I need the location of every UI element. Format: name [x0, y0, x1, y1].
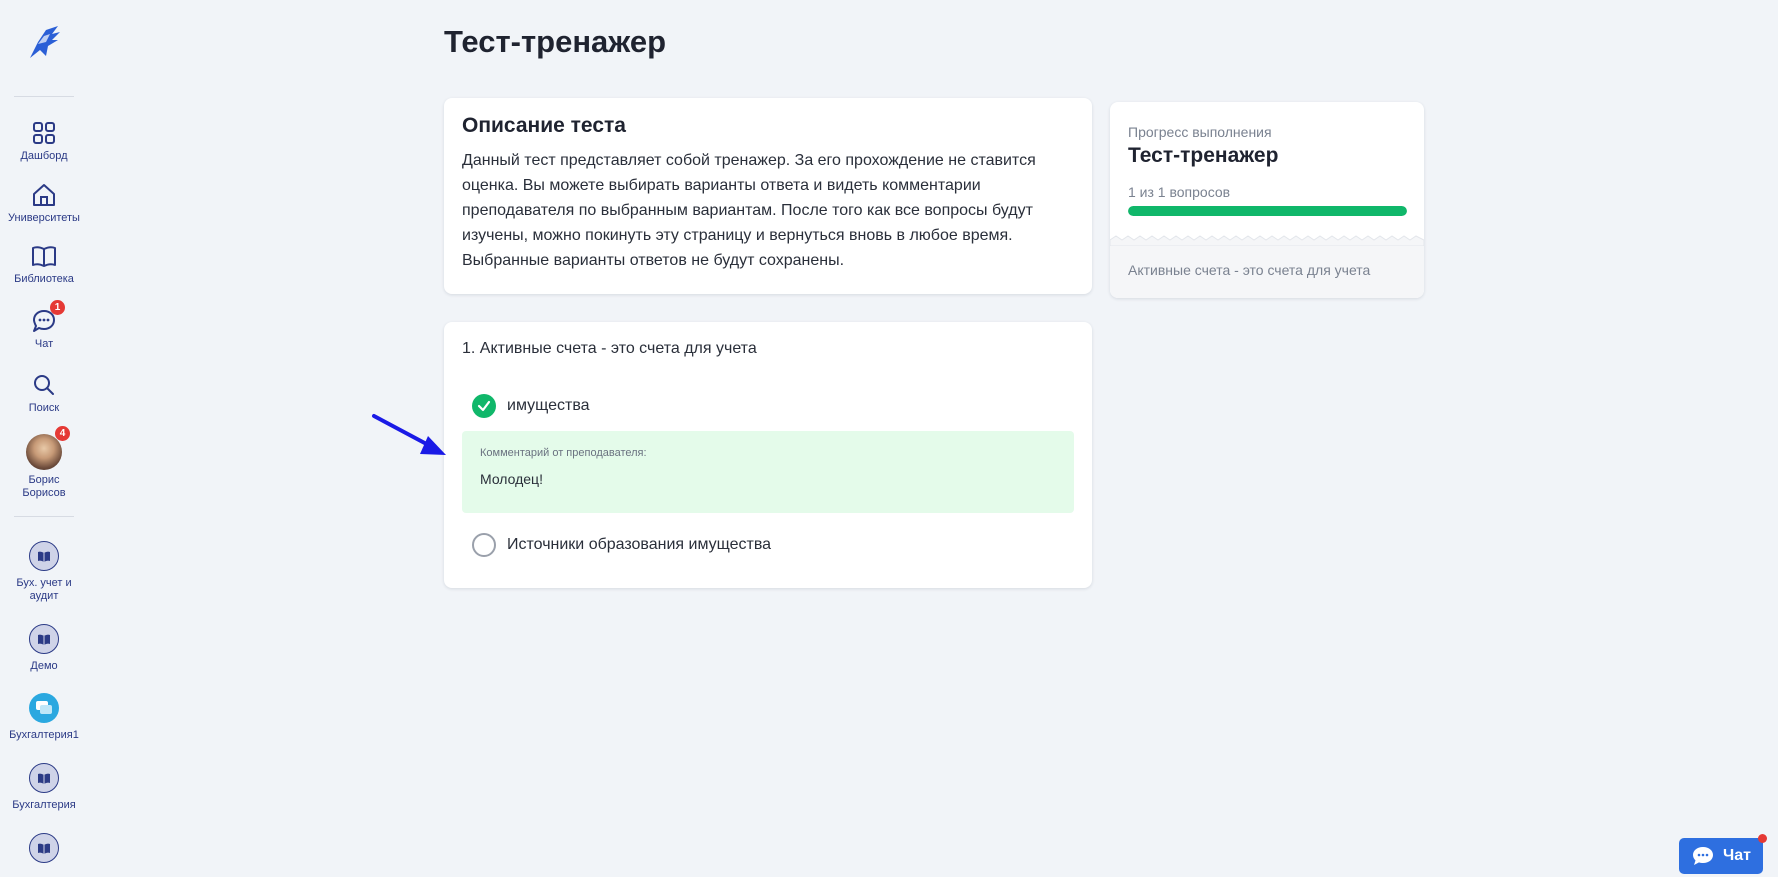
annotation-arrow-icon [372, 414, 446, 455]
notification-dot [1758, 834, 1767, 843]
sidebar-course-3[interactable]: Бухгалтерия [0, 763, 88, 812]
course-label: Бухгалтерия1 [9, 729, 79, 741]
comment-text: Молодец! [480, 471, 543, 487]
course-book-icon [29, 763, 59, 793]
sidebar-item-chat[interactable]: 1 Чат [0, 300, 88, 351]
description-title: Описание теста [462, 114, 626, 137]
book-icon [32, 246, 56, 267]
progress-question-item[interactable]: Активные счета - это счета для учета [1128, 262, 1370, 278]
sidebar: Дашборд Университеты Библиотека 1 Чат По… [0, 0, 88, 877]
sidebar-course-2[interactable]: Бухгалтерия1 [0, 693, 88, 742]
sidebar-item-label: Библиотека [14, 273, 74, 285]
sidebar-course-4[interactable] [0, 833, 88, 869]
question-card: 1. Активные счета - это счета для учета … [444, 322, 1092, 588]
course-book-icon [29, 833, 59, 863]
sidebar-course-1[interactable]: Демо [0, 624, 88, 673]
sidebar-item-label: Борис Борисов [22, 474, 66, 499]
page-title: Тест-тренажер [444, 24, 667, 59]
course-label: Бухгалтерия [12, 799, 76, 811]
description-card: Описание теста Данный тест представляет … [444, 98, 1092, 294]
chat-button-label: Чат [1723, 847, 1751, 864]
progress-label: Прогресс выполнения [1128, 124, 1272, 140]
course-label: Бух. учет и аудит [16, 577, 72, 602]
progress-count: 1 из 1 вопросов [1128, 184, 1231, 200]
chat-icon-wrap: 1 [31, 300, 65, 334]
course-book-icon [29, 541, 59, 571]
sidebar-course-0[interactable]: Бух. учет и аудит [0, 541, 88, 603]
sidebar-item-universities[interactable]: Университеты [0, 182, 88, 225]
sidebar-item-label: Чат [34, 338, 54, 350]
progress-title: Тест-тренажер [1128, 144, 1279, 167]
sidebar-item-label: Университеты [8, 212, 80, 224]
sidebar-item-label: Поиск [28, 402, 60, 414]
dashboard-grid-icon [33, 122, 55, 144]
answer-option-label: имущества [507, 397, 590, 414]
sidebar-item-library[interactable]: Библиотека [0, 243, 88, 286]
description-text: Данный тест представляет собой тренажер.… [462, 152, 1036, 269]
course-chat-icon [29, 693, 59, 723]
answer-option-label: Источники образования имущества [507, 536, 772, 553]
teacher-comment: Комментарий от преподавателя: Молодец! [462, 431, 1074, 513]
course-book-icon [29, 624, 59, 654]
sidebar-item-profile[interactable]: 4 Борис Борисов [0, 426, 88, 500]
logo-icon[interactable] [24, 24, 64, 64]
progress-card: Прогресс выполнения Тест-тренажер 1 из 1… [1110, 102, 1424, 298]
progress-bar [1128, 206, 1407, 216]
course-label: Демо [30, 660, 58, 672]
comment-label: Комментарий от преподавателя: [480, 447, 647, 459]
check-circle-icon [472, 394, 496, 418]
answer-option[interactable]: Источники образования имущества [472, 533, 771, 557]
sidebar-item-label: Дашборд [20, 150, 68, 162]
chat-bubble-icon [1693, 847, 1713, 865]
chat-badge: 1 [50, 300, 65, 315]
zigzag-divider [1110, 235, 1424, 246]
question-title: 1. Активные счета - это счета для учета [462, 340, 757, 357]
chat-button[interactable]: Чат [1679, 834, 1767, 874]
sidebar-divider [14, 516, 74, 517]
profile-badge: 4 [55, 426, 70, 441]
progress-bar-fill [1128, 206, 1407, 216]
sidebar-item-dashboard[interactable]: Дашборд [0, 120, 88, 163]
university-home-icon [33, 184, 55, 206]
answer-option[interactable]: имущества [472, 394, 590, 418]
sidebar-item-search[interactable]: Поиск [0, 372, 88, 415]
sidebar-divider [14, 96, 74, 97]
radio-icon [472, 533, 496, 557]
avatar: 4 [26, 426, 70, 470]
search-icon [34, 375, 54, 395]
